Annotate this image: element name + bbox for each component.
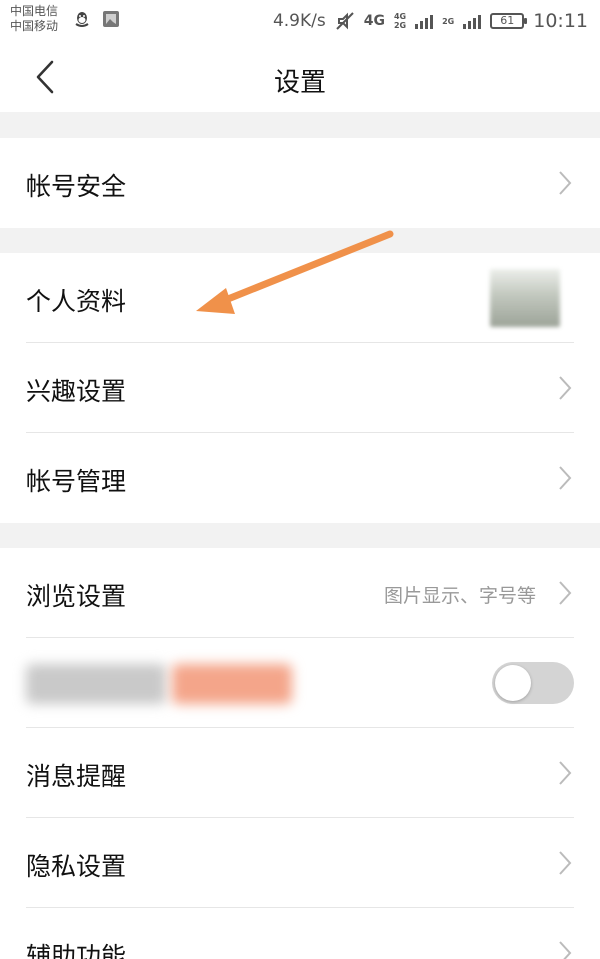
- settings-item-account-management[interactable]: 帐号管理: [0, 433, 600, 523]
- item-label: 帐号安全: [26, 172, 127, 201]
- avatar: [490, 269, 560, 327]
- settings-item-account-security[interactable]: 帐号安全: [0, 138, 600, 228]
- group-account: 帐号安全: [0, 138, 600, 228]
- item-hint: 图片显示、字号等: [383, 585, 536, 607]
- settings-item-accessibility[interactable]: 辅助功能: [0, 908, 600, 959]
- gallery-icon: [103, 11, 119, 27]
- dual-network-labels: 4G 2G: [394, 12, 406, 30]
- chevron-right-icon: [559, 761, 572, 785]
- carrier-2: 中国移动: [10, 19, 59, 33]
- network-2g-label: 2G: [442, 16, 455, 26]
- chevron-right-icon: [559, 376, 572, 400]
- signal-1-icon: [415, 13, 434, 29]
- settings-item-profile[interactable]: 个人资料: [0, 253, 600, 343]
- chevron-right-icon: [559, 466, 572, 490]
- status-right: 4.9K/s 4G 4G 2G 2G 61 10:11: [273, 0, 588, 42]
- item-label: 帐号管理: [26, 467, 127, 496]
- status-bar: 中国电信 中国移动 4.9K/s 4G 4G 2G 2G 61 10:11: [0, 0, 600, 42]
- item-label: 隐私设置: [26, 852, 127, 881]
- chevron-right-icon: [559, 171, 572, 195]
- toggle-knob: [495, 665, 531, 701]
- page-title: 设置: [273, 68, 326, 98]
- toggle-switch[interactable]: [492, 662, 574, 704]
- clock: 10:11: [533, 10, 588, 32]
- network-2g-small: 2G: [393, 21, 407, 30]
- network-4g-small: 4G: [393, 12, 407, 21]
- redacted-label: [26, 664, 166, 704]
- item-label: 兴趣设置: [26, 377, 127, 406]
- battery-icon: 61: [490, 13, 528, 29]
- settings-item-notifications[interactable]: 消息提醒: [0, 728, 600, 818]
- item-label: 辅助功能: [26, 942, 127, 959]
- mute-icon: [336, 12, 354, 30]
- carrier-1: 中国电信: [10, 4, 59, 18]
- settings-item-toggle: [0, 638, 600, 728]
- item-label: 消息提醒: [26, 762, 127, 791]
- network-4g-label: 4G: [363, 13, 385, 29]
- net-speed: 4.9K/s: [272, 11, 326, 31]
- item-label: 个人资料: [26, 287, 127, 316]
- chevron-right-icon: [559, 581, 572, 605]
- settings-item-browsing[interactable]: 浏览设置 图片显示、字号等: [0, 548, 600, 638]
- settings-item-privacy[interactable]: 隐私设置: [0, 818, 600, 908]
- chevron-right-icon: [559, 851, 572, 875]
- settings-item-interests[interactable]: 兴趣设置: [0, 343, 600, 433]
- group-general: 浏览设置 图片显示、字号等 消息提醒 隐私设置 辅助功能: [0, 548, 600, 959]
- item-label: 浏览设置: [26, 582, 127, 611]
- nav-bar: 设置: [0, 42, 600, 112]
- qq-icon: [75, 12, 89, 27]
- group-profile: 个人资料 兴趣设置 帐号管理: [0, 253, 600, 523]
- redacted-badge: [172, 664, 292, 704]
- signal-2-icon: [463, 13, 482, 29]
- chevron-right-icon: [559, 941, 572, 959]
- carrier-names: 中国电信 中国移动: [10, 4, 58, 34]
